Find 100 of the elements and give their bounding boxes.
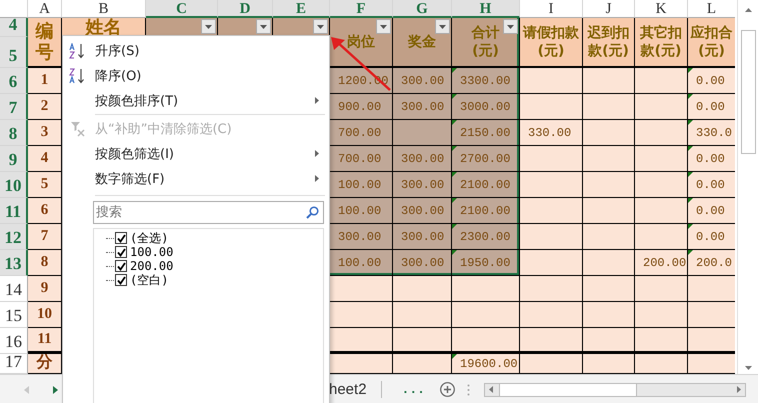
column-title: 奖金 xyxy=(408,33,436,51)
vertical-scrollbar[interactable] xyxy=(737,0,758,374)
more-sheets-button[interactable]: ... xyxy=(402,382,425,397)
search-field[interactable]: 搜索 xyxy=(93,201,324,224)
row-header[interactable]: 15 xyxy=(0,302,28,328)
column-header[interactable]: F xyxy=(330,0,393,18)
next-sheet-icon[interactable] xyxy=(53,386,58,394)
column-header[interactable]: L xyxy=(688,0,736,18)
row-header[interactable]: 5 xyxy=(0,37,28,68)
value-label[interactable]: (空白) xyxy=(130,272,168,288)
table-cell: 9 xyxy=(28,276,62,302)
table-cell: 3300.00 xyxy=(452,68,520,94)
table-cell: 300.00 xyxy=(393,146,452,172)
table-cell: 1 xyxy=(28,68,62,94)
row-header[interactable]: 8 xyxy=(0,120,28,146)
row-header[interactable]: 16 xyxy=(0,328,28,354)
table-cell: 300.00 xyxy=(393,172,452,198)
checkbox[interactable] xyxy=(115,260,127,272)
filter-dropdown-button[interactable] xyxy=(376,19,391,34)
scroll-left-icon[interactable] xyxy=(488,386,493,393)
caret-icon xyxy=(507,24,514,28)
menu-item[interactable]: 降序(O) xyxy=(63,63,329,88)
row-header[interactable]: 4 xyxy=(0,18,28,37)
scroll-up-icon[interactable] xyxy=(744,8,752,12)
scroll-thumb[interactable] xyxy=(740,30,756,154)
search-icon xyxy=(306,206,319,219)
column-header[interactable]: E xyxy=(273,0,330,18)
table-cell: 200.00 xyxy=(635,250,688,276)
table-cell: 2700.00 xyxy=(452,146,520,172)
table-cell: 300.00 xyxy=(393,94,452,120)
table-cell: 2100.00 xyxy=(452,172,520,198)
value-label[interactable]: 100.00 xyxy=(130,245,174,259)
table-cell: 300.00 xyxy=(393,250,452,276)
clear-filter-icon xyxy=(70,120,86,136)
table-cell: 1950.00 xyxy=(452,250,520,276)
table-cell: 10 xyxy=(28,302,62,328)
horizontal-scrollbar[interactable] xyxy=(484,382,746,396)
row-header[interactable]: 13 xyxy=(0,250,28,276)
column-header[interactable]: K xyxy=(635,0,688,18)
value-label[interactable]: (全选) xyxy=(130,230,168,246)
checkbox[interactable] xyxy=(115,246,127,258)
checkbox[interactable] xyxy=(115,232,127,244)
table-cell: 0.00 xyxy=(688,224,736,250)
row-header[interactable]: 14 xyxy=(0,276,28,302)
column-header[interactable]: B xyxy=(62,0,146,18)
table-cell: 0.00 xyxy=(688,68,736,94)
table-cell: 700.00 xyxy=(330,146,393,172)
column-header[interactable]: C xyxy=(146,0,218,18)
column-header[interactable]: J xyxy=(583,0,635,18)
row-header[interactable]: 10 xyxy=(0,172,28,198)
table-cell: 2100.00 xyxy=(452,198,520,224)
table-cell: 8 xyxy=(28,250,62,276)
table-cell: 3000.00 xyxy=(452,94,520,120)
table-cell: 4 xyxy=(28,146,62,172)
table-cell: 700.00 xyxy=(330,120,393,146)
add-sheet-icon[interactable] xyxy=(440,382,455,397)
filter-dropdown-button[interactable] xyxy=(435,19,450,34)
table-cell: 100.00 xyxy=(330,250,393,276)
column-header[interactable]: H xyxy=(452,0,520,18)
checkbox[interactable] xyxy=(115,274,127,286)
scroll-down-icon[interactable] xyxy=(744,366,752,370)
table-cell: 19600.00 xyxy=(452,354,520,374)
filter-dropdown-button[interactable] xyxy=(503,19,518,34)
row-header[interactable]: 12 xyxy=(0,224,28,250)
scroll-right-icon[interactable] xyxy=(736,386,741,393)
column-title: 合计 (元) xyxy=(472,24,500,60)
menu-item[interactable]: 按颜色排序(T) xyxy=(63,88,329,113)
column-header[interactable]: D xyxy=(218,0,273,18)
sort-descending-icon xyxy=(69,68,87,84)
row-header[interactable]: 17 xyxy=(0,354,28,374)
table-cell: 200.0 xyxy=(688,250,736,276)
column-title: 姓名 xyxy=(86,18,122,37)
scroll-thumb[interactable] xyxy=(498,382,637,396)
table-cell: 300.00 xyxy=(393,68,452,94)
column-title: 其它扣款(元) xyxy=(640,24,682,60)
row-header[interactable]: 9 xyxy=(0,146,28,172)
splitter-handle-icon[interactable] xyxy=(466,384,470,396)
row-header[interactable]: 7 xyxy=(0,94,28,120)
column-header[interactable]: G xyxy=(393,0,452,18)
menu-item[interactable]: 升序(S) xyxy=(63,38,329,63)
filter-dropdown-button[interactable] xyxy=(256,19,271,34)
table-cell: 5 xyxy=(28,172,62,198)
row-header[interactable]: 6 xyxy=(0,68,28,94)
filter-dropdown-button[interactable] xyxy=(201,19,216,34)
table-cell: 300.00 xyxy=(330,224,393,250)
table-cell: 330.00 xyxy=(520,120,583,146)
column-header[interactable]: A xyxy=(28,0,62,18)
menu-item[interactable]: 按颜色筛选(I) xyxy=(63,141,329,166)
value-label[interactable]: 200.00 xyxy=(130,259,174,273)
table-cell: 900.00 xyxy=(330,94,393,120)
filter-dropdown-button[interactable] xyxy=(313,19,328,34)
table-cell: 2300.00 xyxy=(452,224,520,250)
row-header[interactable]: 11 xyxy=(0,198,28,224)
caret-icon xyxy=(380,24,387,28)
table-cell: 7 xyxy=(28,224,62,250)
column-header[interactable]: I xyxy=(520,0,583,18)
caret-icon xyxy=(439,24,446,28)
table-cell: 分 xyxy=(28,354,62,374)
table-cell: 300.00 xyxy=(393,224,452,250)
menu-item[interactable]: 数字筛选(F) xyxy=(63,166,329,191)
